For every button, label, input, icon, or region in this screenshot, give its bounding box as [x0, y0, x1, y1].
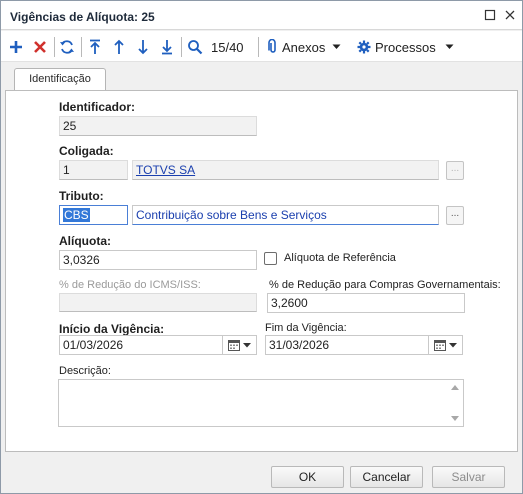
dialog-footer: OK Cancelar Salvar [1, 453, 522, 493]
tributo-name-field[interactable]: Contribuição sobre Bens e Serviços [132, 205, 439, 225]
toolbar-separator [81, 37, 82, 57]
reducao-icms-label: % de Redução do ICMS/ISS: [59, 279, 201, 291]
last-record-icon[interactable] [160, 38, 174, 56]
identificador-label: Identificador: [59, 100, 136, 114]
coligada-code-field[interactable]: 1 [59, 160, 128, 180]
inicio-vigencia-input[interactable]: 01/03/2026 [59, 335, 257, 355]
window-title: Vigências de Alíquota: 25 [10, 10, 155, 24]
paperclip-icon [268, 39, 276, 53]
coligada-label: Coligada: [59, 144, 114, 158]
first-record-icon[interactable] [88, 38, 102, 56]
save-button[interactable]: Salvar [432, 466, 505, 488]
reducao-compras-label: % de Redução para Compras Governamentais… [269, 279, 501, 291]
inicio-calendar-button[interactable] [222, 335, 255, 355]
toolbar-separator [181, 37, 182, 57]
dropdown-arrow-icon [332, 44, 341, 49]
title-bar: Vigências de Alíquota: 25 [1, 1, 522, 30]
previous-record-icon[interactable] [112, 38, 126, 56]
inicio-vigencia-label: Início da Vigência: [59, 322, 165, 336]
identificador-field[interactable]: 25 [59, 116, 257, 136]
dropdown-arrow-icon [445, 44, 454, 49]
tab-bar: Identificação [1, 63, 522, 92]
tab-identificacao[interactable]: Identificação [14, 68, 106, 92]
refresh-icon[interactable] [59, 38, 75, 56]
chevron-down-icon [242, 342, 251, 347]
reducao-compras-input[interactable]: 3,2600 [267, 293, 465, 313]
dialog-window: Vigências de Alíquota: 25 15/40 Anexos P… [0, 0, 523, 494]
fim-vigencia-label: Fim da Vigência: [265, 322, 347, 334]
toolbar-separator [258, 37, 259, 57]
aliquota-input[interactable]: 3,0326 [59, 250, 257, 270]
fim-calendar-button[interactable] [428, 335, 461, 355]
descricao-label: Descrição: [59, 365, 111, 377]
attachments-menu[interactable]: Anexos [268, 38, 341, 56]
form-panel: Identificador: 25 Coligada: 1 TOTVS SA .… [5, 90, 518, 452]
descricao-scrollbar[interactable] [447, 380, 463, 426]
coligada-name-link[interactable]: TOTVS SA [132, 160, 439, 180]
toolbar-separator [54, 37, 55, 57]
add-icon[interactable] [9, 38, 23, 56]
tributo-label: Tributo: [59, 189, 104, 203]
toolbar: 15/40 Anexos Processos [1, 31, 522, 62]
aliquota-label: Alíquota: [59, 234, 111, 248]
chevron-down-icon [448, 342, 457, 347]
ok-button[interactable]: OK [271, 466, 344, 488]
close-icon[interactable] [504, 9, 518, 23]
coligada-lookup-button[interactable]: ... [446, 161, 464, 180]
search-icon[interactable] [187, 38, 203, 56]
cancel-button[interactable]: Cancelar [350, 466, 423, 488]
processes-menu[interactable]: Processos [357, 38, 454, 56]
gear-icon [357, 40, 371, 54]
tributo-code-input[interactable]: CBS [59, 205, 128, 225]
reducao-icms-input[interactable] [59, 293, 257, 312]
tributo-lookup-button[interactable]: ... [446, 206, 464, 225]
descricao-textarea[interactable] [58, 379, 464, 427]
delete-icon[interactable] [33, 38, 47, 56]
aliquota-referencia-label: Alíquota de Referência [284, 252, 396, 264]
aliquota-referencia-checkbox[interactable] [264, 252, 277, 265]
fim-vigencia-input[interactable]: 31/03/2026 [265, 335, 463, 355]
next-record-icon[interactable] [136, 38, 150, 56]
maximize-icon[interactable] [484, 9, 498, 23]
record-counter: 15/40 [211, 39, 244, 55]
calendar-icon [227, 340, 240, 351]
calendar-icon [433, 340, 446, 351]
